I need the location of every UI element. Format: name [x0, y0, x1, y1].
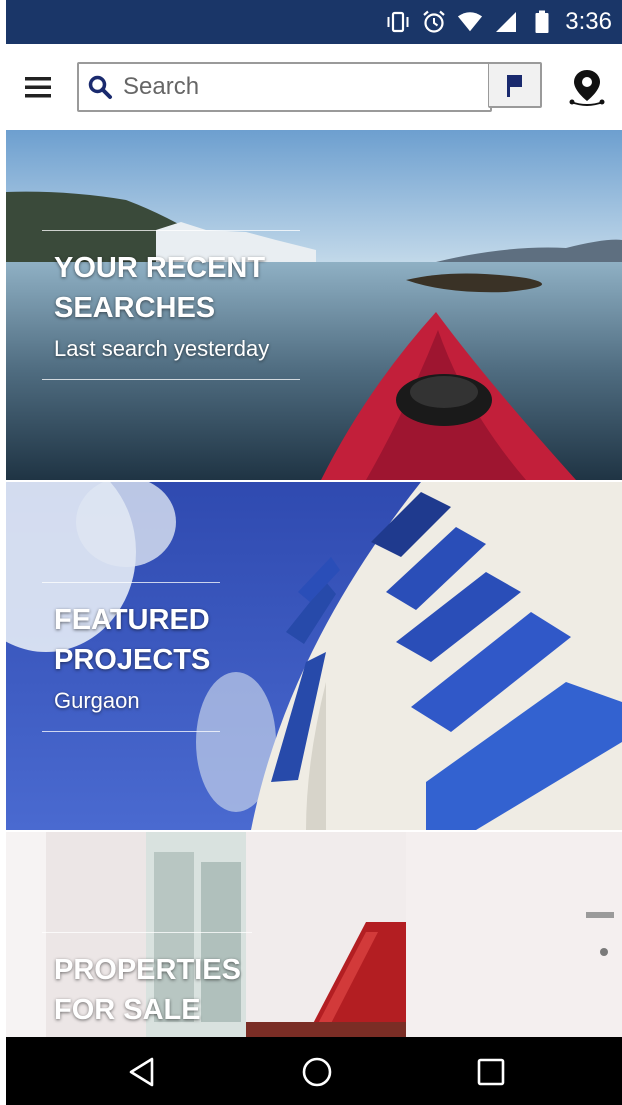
tile-title-line1: PROPERTIES [54, 954, 241, 986]
tile-title-line1: FEATURED [54, 604, 210, 636]
tile-title-line1: YOUR RECENT [54, 252, 266, 284]
tile-title-line2: FOR SALE [54, 994, 201, 1026]
app-screen: 3:36 Search YOUR RECENT SEARCHES Last se… [6, 0, 622, 1105]
battery-icon [529, 9, 555, 35]
featured-projects-tile[interactable]: FEATURED PROJECTS Gurgaon [6, 482, 622, 830]
tile-text: FEATURED PROJECTS Gurgaon [54, 600, 210, 716]
search-input[interactable] [121, 67, 485, 107]
divider-bottom [42, 379, 300, 380]
tile-text: PROPERTIES FOR SALE [54, 950, 241, 1030]
map-pin-icon[interactable] [568, 68, 606, 108]
status-bar: 3:36 [6, 0, 622, 44]
divider-top [42, 582, 220, 583]
flag-button[interactable] [488, 62, 542, 108]
hamburger-menu-icon[interactable] [20, 70, 56, 106]
search-icon [87, 74, 113, 100]
tile-title-line2: PROJECTS [54, 644, 211, 676]
wifi-icon [457, 9, 483, 35]
status-icons: 3:36 [385, 0, 612, 44]
android-nav-bar [6, 1037, 622, 1105]
vibrate-icon [385, 9, 411, 35]
flag-icon [507, 75, 522, 97]
divider-top [42, 230, 300, 231]
back-icon[interactable] [126, 1055, 160, 1089]
search-box [77, 62, 492, 112]
recent-searches-tile[interactable]: YOUR RECENT SEARCHES Last search yesterd… [6, 130, 622, 480]
tile-subtitle: Gurgaon [54, 688, 140, 713]
properties-for-sale-tile[interactable]: PROPERTIES FOR SALE [6, 832, 622, 1037]
signal-icon [493, 9, 519, 35]
divider-top [42, 932, 252, 933]
top-toolbar [6, 44, 622, 130]
tile-subtitle: Last search yesterday [54, 336, 270, 361]
tile-text: YOUR RECENT SEARCHES Last search yesterd… [54, 248, 269, 364]
tile-title-line2: SEARCHES [54, 292, 216, 324]
status-time: 3:36 [565, 8, 612, 35]
recents-icon[interactable] [474, 1055, 508, 1089]
alarm-icon [421, 9, 447, 35]
home-icon[interactable] [300, 1055, 334, 1089]
divider-bottom [42, 731, 220, 732]
